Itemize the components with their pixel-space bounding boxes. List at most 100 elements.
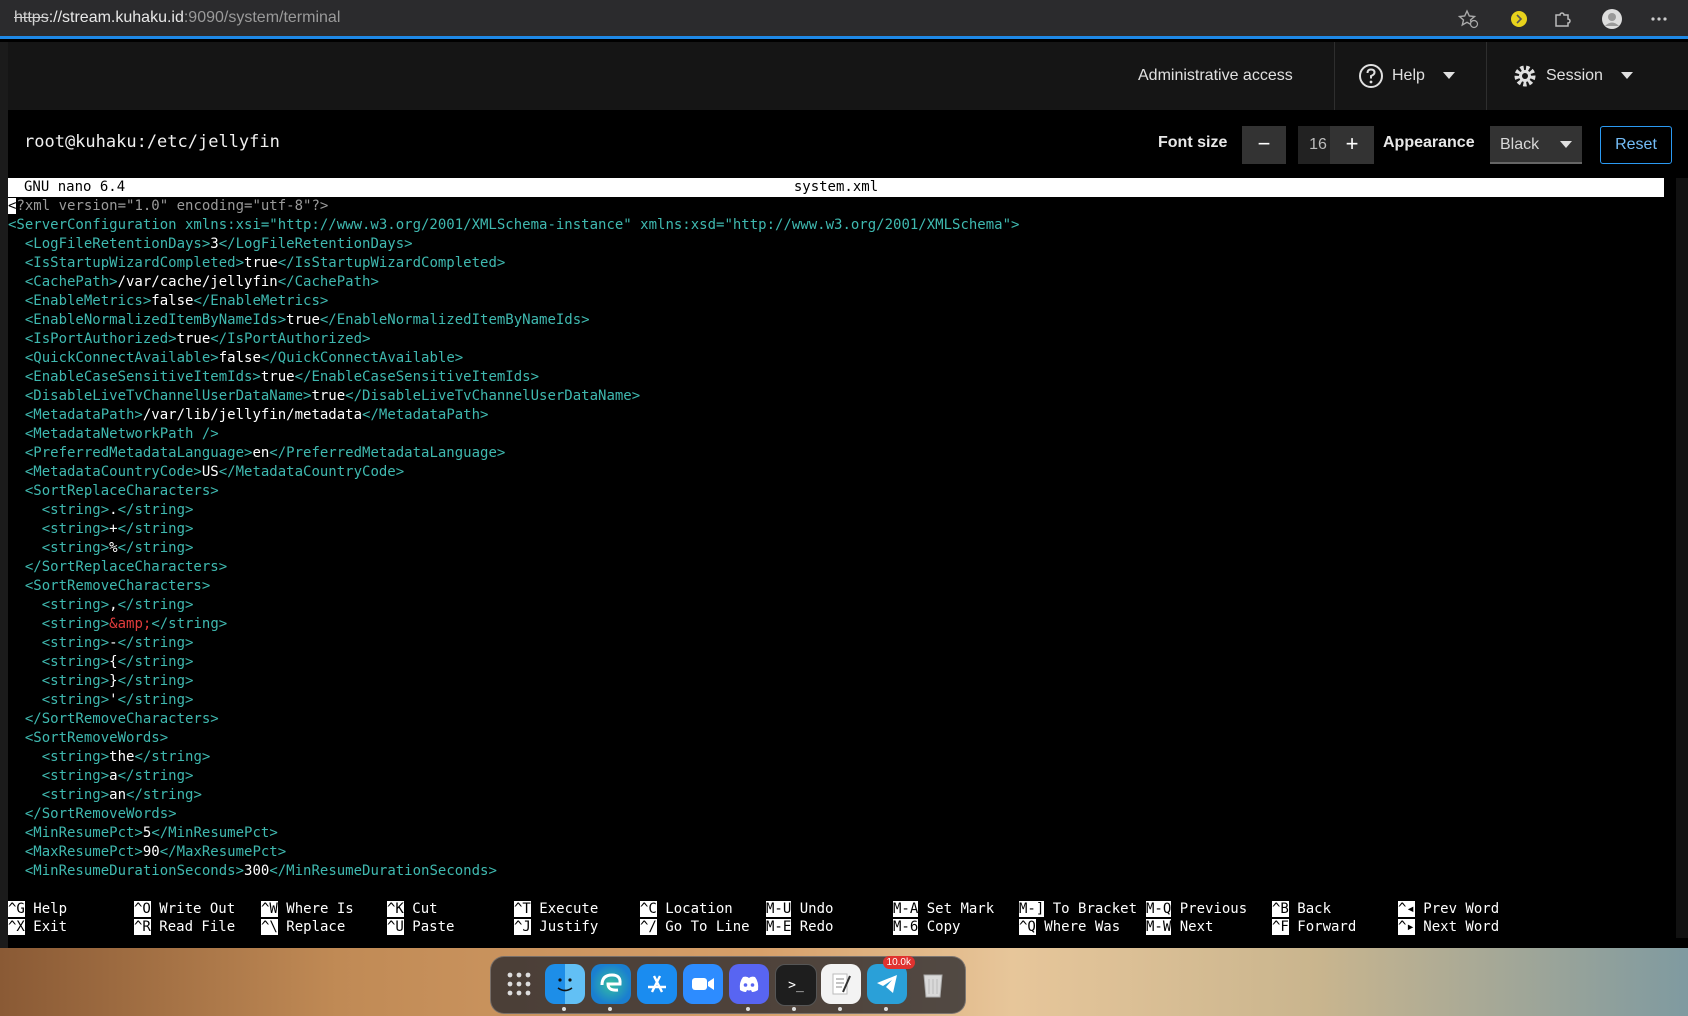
xml-tag: <MetadataPath> [24,407,143,423]
file-line: <SortRemoveCharacters> [8,577,1019,596]
xml-tag: </string> [117,635,194,651]
xml-text [8,692,42,708]
divider [1486,42,1487,110]
xml-tag: </PreferredMetadataLanguage> [269,445,506,461]
favorite-icon[interactable] [1457,8,1479,30]
shortcut-key: ^◂ [1398,901,1415,917]
shortcut-label: Location [656,901,733,917]
xml-tag: <string> [41,521,110,537]
file-line: <IsStartupWizardCompleted>true</IsStartu… [8,254,1019,273]
terminal-scrollbar[interactable] [1676,178,1688,938]
xml-text: { [109,654,118,670]
xml-tag: </string> [117,540,194,556]
reset-button[interactable]: Reset [1600,126,1672,164]
xml-tag: <MinResumePct> [24,825,143,841]
shortcut-label: Prev Word [1414,901,1500,917]
shortcut-item: ^B Back [1272,900,1331,919]
discord-icon[interactable] [729,964,769,1004]
file-line: <SortRemoveWords> [8,729,1019,748]
shortcut-label: Write Out [150,901,236,917]
xml-tag: </EnableNormalizedItemByNameIds> [319,312,590,328]
file-line: <CachePath>/var/cache/jellyfin</CachePat… [8,273,1019,292]
file-line: <string>-</string> [8,634,1019,653]
xml-tag: <PreferredMetadataLanguage> [24,445,253,461]
xml-text: ?xml version="1.0" encoding="utf-8"?> [16,198,329,214]
profile-avatar-icon[interactable] [1601,8,1623,30]
xml-tag: <QuickConnectAvailable> [24,350,219,366]
shortcut-label: Go To Line [656,919,750,935]
shortcut-label: Back [1288,901,1332,917]
extension-yellow-icon[interactable] [1508,8,1530,30]
terminal-icon[interactable]: >_ [775,964,817,1006]
file-line: <string>'</string> [8,691,1019,710]
xml-text [8,559,25,575]
xml-tag: </MinResumePct> [151,825,278,841]
xml-text [8,749,42,765]
textedit-icon[interactable] [821,964,861,1004]
xml-text [8,540,42,556]
shortcut-key: ^▸ [1398,919,1415,935]
xml-text [8,844,25,860]
dock: >_ 10.0k [490,956,966,1014]
shortcut-key: ^X [8,919,25,935]
xml-tag: <string> [41,673,110,689]
shortcut-item: ^▸ Next Word [1398,918,1499,937]
xml-tag: </string> [117,673,194,689]
session-menu-button[interactable]: Session [1512,42,1633,110]
shortcut-label: Undo [791,901,834,917]
file-line: <LogFileRetentionDays>3</LogFileRetentio… [8,235,1019,254]
shortcut-key: M-E [766,919,792,935]
zoom-icon[interactable] [683,964,723,1004]
xml-tag: </string> [117,597,194,613]
xml-text: false [151,293,194,309]
xml-tag: <SortRemoveWords> [24,730,169,746]
xml-tag: <MetadataNetworkPath /> [24,426,219,442]
more-icon[interactable] [1648,8,1670,30]
shortcut-label: To Bracket [1044,901,1138,917]
running-indicator [792,1007,796,1011]
shortcut-key: M-A [893,901,919,917]
app-store-icon[interactable] [637,964,677,1004]
xml-tag: </string> [117,502,194,518]
puzzle-icon[interactable] [1552,8,1574,30]
shortcut-key: ^C [640,901,657,917]
font-size-decrease-button[interactable]: − [1242,126,1286,164]
shortcut-key: ^K [387,901,404,917]
chevron-down-icon [1442,72,1455,79]
cockpit-header: Administrative access Help Session [8,42,1688,110]
terminal-screen[interactable]: system.xml GNU nano 6.4 <?xml version="1… [8,178,1668,938]
xml-text [8,293,25,309]
xml-tag: </CachePath> [277,274,379,290]
shortcut-item: M-6 Copy [893,918,960,937]
font-size-increase-button[interactable]: + [1330,126,1374,164]
xml-text: ' [109,692,118,708]
file-line: <ServerConfiguration xmlns:xsi="http://w… [8,216,1019,235]
appearance-select[interactable]: Black [1490,126,1582,164]
help-menu-button[interactable]: Help [1358,42,1455,110]
xml-tag: </string> [117,654,194,670]
shortcut-label: Set Mark [918,901,995,917]
shortcut-item: ^Q Where Was [1019,918,1120,937]
shortcut-key: ^R [134,919,151,935]
terminal-host-path: root@kuhaku:/etc/jellyfin [24,132,280,152]
shortcut-key: ^/ [640,919,657,935]
telegram-icon[interactable]: 10.0k [867,956,915,1004]
appearance-value: Black [1500,136,1540,153]
trash-icon[interactable] [913,964,953,1004]
running-indicator [746,1007,750,1011]
xml-text [8,369,25,385]
xml-text: false [218,350,261,366]
xml-tag: </string> [117,768,194,784]
file-line: <string>a</string> [8,767,1019,786]
nano-version: GNU nano 6.4 [24,179,126,195]
xml-tag: <MinResumeDurationSeconds> [24,863,245,879]
administrative-access-button[interactable]: Administrative access [1138,42,1293,110]
xml-tag: </MinResumeDurationSeconds> [269,863,497,879]
edge-icon[interactable] [591,964,631,1004]
launchpad-icon[interactable] [499,964,539,1004]
xml-tag: </DisableLiveTvChannelUserDataName> [345,388,641,404]
xml-tag: </EnableCaseSensitiveItemIds> [294,369,540,385]
shortcut-key: ^B [1272,901,1289,917]
url-field[interactable]: https://stream.kuhaku.id:9090/system/ter… [14,9,340,27]
finder-icon[interactable] [545,964,585,1004]
